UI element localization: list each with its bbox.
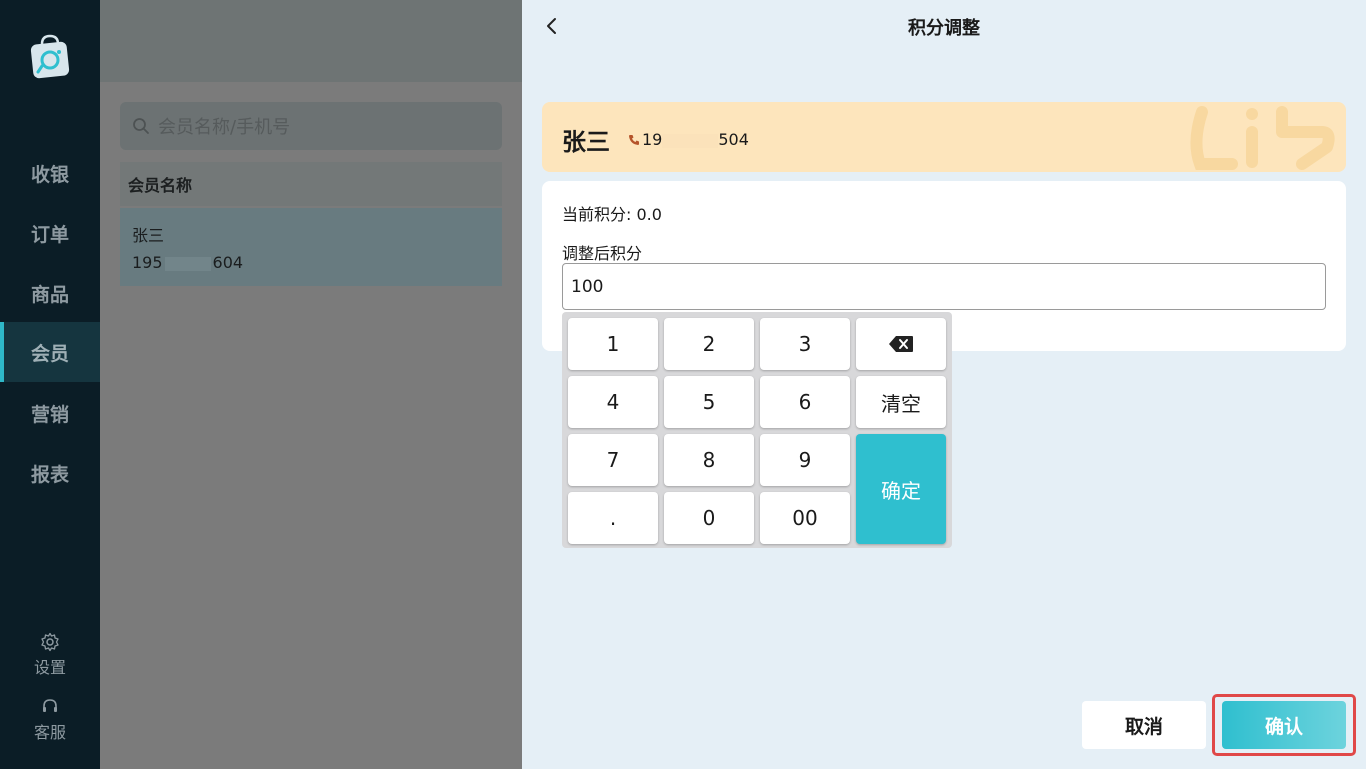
key-dot[interactable]: . (568, 492, 658, 544)
points-adjust-panel: 积分调整 张三 19 504 当前积分: 0.0 调整后积分 1 2 3 4 5 (522, 0, 1366, 769)
list-topbar (100, 0, 522, 82)
clear-key[interactable]: 清空 (856, 376, 946, 428)
nav-label: 营销 (30, 403, 69, 426)
member-name: 张三 (562, 128, 610, 156)
member-phone: 19 504 (642, 130, 749, 149)
phone-mask (164, 256, 211, 271)
key-4[interactable]: 4 (568, 376, 658, 428)
member-row-phone: 195 604 (132, 249, 490, 276)
key-5[interactable]: 5 (664, 376, 754, 428)
nav-item-marketing[interactable]: 营销 (0, 383, 100, 443)
nav-label: 会员 (30, 342, 69, 365)
phone-prefix: 19 (642, 130, 663, 149)
keypad-confirm-key[interactable]: 确定 (856, 434, 946, 544)
customer-service-button[interactable]: 客服 (0, 697, 100, 743)
search-input[interactable]: 会员名称/手机号 (120, 102, 502, 150)
table-row[interactable]: 张三 195 604 (120, 208, 502, 286)
nav-item-reports[interactable]: 报表 (0, 443, 100, 503)
settings-button[interactable]: 设置 (0, 632, 100, 678)
member-row-name: 张三 (132, 226, 165, 245)
column-header-member-name: 会员名称 (128, 176, 193, 195)
settings-label: 设置 (33, 658, 66, 677)
phone-suffix: 604 (212, 253, 244, 272)
decorative-watermark-icon (1190, 106, 1335, 170)
table-header: 会员名称 (120, 162, 502, 206)
sidebar: 收银 订单 商品 会员 营销 报表 设置 客服 (0, 0, 100, 769)
nav-item-members[interactable]: 会员 (0, 322, 100, 382)
phone-icon (629, 135, 639, 145)
backspace-icon (889, 336, 913, 352)
logo-icon (30, 34, 70, 79)
confirm-button[interactable]: 确认 (1222, 701, 1346, 749)
settings-gear-icon (41, 632, 59, 652)
search-placeholder: 会员名称/手机号 (158, 117, 291, 138)
member-card: 张三 19 504 (542, 102, 1346, 172)
nav-item-orders[interactable]: 订单 (0, 203, 100, 263)
confirm-button-highlight: 确认 (1212, 694, 1356, 756)
key-6[interactable]: 6 (760, 376, 850, 428)
key-7[interactable]: 7 (568, 434, 658, 486)
nav-label: 报表 (30, 463, 69, 486)
key-0[interactable]: 0 (664, 492, 754, 544)
key-3[interactable]: 3 (760, 318, 850, 370)
key-9[interactable]: 9 (760, 434, 850, 486)
numeric-keypad: 1 2 3 4 5 6 清空 7 8 9 确定 . 0 00 (562, 312, 952, 548)
key-1[interactable]: 1 (568, 318, 658, 370)
nav-item-products[interactable]: 商品 (0, 263, 100, 323)
nav-item-cashier[interactable]: 收银 (0, 143, 100, 203)
nav-label: 商品 (30, 283, 69, 306)
search-icon (133, 118, 149, 134)
key-2[interactable]: 2 (664, 318, 754, 370)
phone-mask (662, 133, 719, 148)
adjusted-points-input[interactable] (562, 263, 1326, 310)
adjusted-points-label: 调整后积分 (562, 244, 643, 263)
phone-prefix: 195 (132, 253, 163, 272)
member-list-area: 会员名称/手机号 会员名称 张三 195 604 (100, 0, 522, 769)
key-00[interactable]: 00 (760, 492, 850, 544)
cancel-button[interactable]: 取消 (1082, 701, 1206, 749)
phone-suffix: 504 (718, 130, 749, 149)
current-points-text: 当前积分: 0.0 (562, 205, 662, 224)
key-8[interactable]: 8 (664, 434, 754, 486)
customer-service-label: 客服 (33, 723, 66, 742)
backspace-key[interactable] (856, 318, 946, 370)
panel-title: 积分调整 (908, 18, 980, 39)
nav-label: 订单 (30, 223, 69, 246)
headset-icon (43, 699, 57, 712)
nav-label: 收银 (30, 163, 69, 186)
